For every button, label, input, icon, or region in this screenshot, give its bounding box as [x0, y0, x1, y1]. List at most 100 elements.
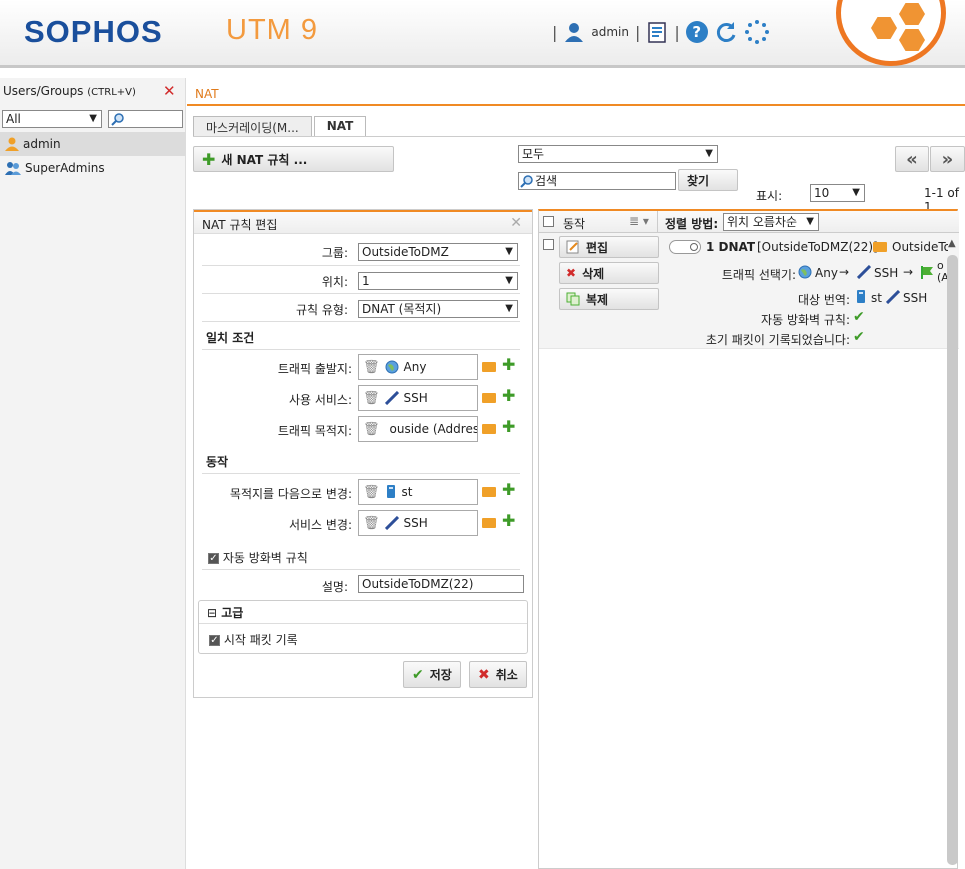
globe-icon: [385, 360, 399, 374]
product-name: UTM 9: [226, 14, 318, 46]
sort-select[interactable]: 위치 오름차순 ▼: [723, 213, 819, 231]
spinner-icon[interactable]: [744, 19, 770, 45]
find-button[interactable]: 찾기: [678, 169, 738, 191]
group-select[interactable]: OutsideToDMZ ▼: [358, 243, 518, 261]
service-icon: [857, 265, 871, 279]
list-item-admin[interactable]: admin: [0, 132, 186, 156]
close-panel-icon[interactable]: ✕: [163, 82, 176, 100]
folder-icon: [873, 242, 887, 252]
list-item-superadmins[interactable]: SuperAdmins: [0, 156, 186, 180]
service-icon: [886, 290, 900, 304]
advanced-toggle[interactable]: ⊟ 고급: [207, 604, 243, 621]
panel-title: Users/Groups (CTRL+V): [3, 84, 136, 98]
table-row: 편집 ✖ 삭제 복제 1 DNAT [OutsideToDMZ(22)] Outs…: [539, 233, 959, 349]
globe-icon: [798, 265, 812, 279]
search-placeholder: 검색: [535, 174, 558, 188]
comment-input[interactable]: OutsideToDMZ(22): [358, 575, 524, 593]
folder-icon[interactable]: [482, 424, 496, 434]
rule-type-select[interactable]: DNAT (목적지) ▼: [358, 300, 518, 318]
service-icon: [384, 391, 399, 405]
service-field[interactable]: 🗑 SSH: [358, 385, 478, 411]
type-filter-select[interactable]: All ▼: [2, 110, 102, 128]
notes-icon[interactable]: [646, 20, 668, 44]
host-icon: [857, 290, 865, 303]
auto-firewall-checkbox[interactable]: ✓ 자동 방화벽 규칙: [208, 549, 308, 566]
delete-rule-button[interactable]: ✖ 삭제: [559, 262, 659, 284]
next-page-button[interactable]: »: [930, 146, 965, 172]
change-service-field[interactable]: 🗑 SSH: [358, 510, 478, 536]
rule-title: 1 DNAT: [706, 240, 756, 254]
prev-page-button[interactable]: «: [895, 146, 929, 172]
position-select[interactable]: 1 ▼: [358, 272, 518, 290]
save-button[interactable]: ✔ 저장: [403, 661, 461, 688]
trash-icon[interactable]: 🗑: [363, 485, 380, 500]
service-icon: [384, 516, 399, 530]
add-icon[interactable]: ✚: [502, 417, 515, 436]
delete-icon: ✖: [566, 266, 577, 280]
panel-search-input[interactable]: [108, 110, 183, 128]
page-size-select[interactable]: 10 ▼: [810, 184, 865, 202]
arrow-icon: →: [903, 265, 914, 279]
edit-rule-button[interactable]: 편집: [559, 236, 659, 258]
list-scrollbar[interactable]: [947, 255, 958, 865]
trash-icon[interactable]: 🗑: [363, 516, 380, 531]
folder-icon[interactable]: [482, 487, 496, 497]
sophos-logo: SOPHOS: [24, 14, 163, 49]
sophos-emblem-icon: [836, 0, 946, 66]
flag-icon: [921, 266, 933, 279]
cancel-button[interactable]: ✖ 취소: [469, 661, 527, 688]
tab-masquerading[interactable]: 마스커레이딩(M...: [193, 116, 312, 137]
arrow-icon: →: [839, 265, 850, 279]
check-icon: ✔: [853, 329, 865, 345]
select-all-checkbox[interactable]: [543, 216, 554, 227]
tab-nat[interactable]: NAT: [313, 116, 367, 137]
selector-source: Any: [815, 266, 838, 280]
breadcrumb: NAT: [187, 80, 965, 106]
nat-rule-edit-panel: NAT 규칙 편집 ✕ 그룹: OutsideToDMZ ▼ 위치: 1 ▼ 규칙 …: [193, 209, 533, 698]
close-icon[interactable]: ✕: [510, 215, 522, 231]
close-icon: ✖: [478, 666, 490, 683]
add-icon[interactable]: ✚: [502, 511, 515, 530]
folder-icon[interactable]: [482, 518, 496, 528]
rule-filter-select[interactable]: 모두 ▼: [518, 145, 718, 163]
group-icon: [5, 162, 21, 175]
rule-group-name: OutsideTo: [892, 240, 948, 254]
advanced-section: ⊟ 고급 ✓ 시작 패킷 기록: [198, 600, 528, 654]
action-heading: 동작: [206, 455, 229, 469]
users-groups-panel: Users/Groups (CTRL+V) ✕ All ▼ admin Super…: [0, 78, 186, 869]
user-icon[interactable]: [563, 21, 585, 43]
trash-icon[interactable]: 🗑: [363, 422, 380, 437]
host-icon: [386, 485, 395, 498]
new-nat-rule-button[interactable]: ✚ 새 NAT 규칙 ...: [193, 146, 394, 172]
add-icon[interactable]: ✚: [502, 480, 515, 499]
help-icon[interactable]: ?: [685, 21, 708, 43]
scroll-up-icon[interactable]: ▲: [948, 238, 956, 249]
selector-service: SSH: [874, 266, 899, 280]
row-checkbox[interactable]: [543, 239, 554, 250]
log-initial-packets-checkbox[interactable]: ✓ 시작 패킷 기록: [209, 631, 298, 648]
current-user[interactable]: admin: [591, 25, 629, 39]
traffic-destination-field[interactable]: 🗑 ouside (Address): [358, 416, 478, 442]
edit-panel-title: NAT 규칙 편집 ✕: [194, 210, 532, 234]
traffic-source-field[interactable]: 🗑 Any: [358, 354, 478, 380]
reload-icon[interactable]: [714, 20, 738, 44]
column-menu-icon[interactable]: ≣ ▾: [629, 214, 649, 228]
folder-icon[interactable]: [482, 393, 496, 403]
add-icon[interactable]: ✚: [502, 386, 515, 405]
trash-icon[interactable]: 🗑: [363, 391, 380, 406]
clone-rule-button[interactable]: 복제: [559, 288, 659, 310]
check-icon: ✔: [853, 309, 865, 325]
user-icon: [5, 137, 19, 151]
change-destination-field[interactable]: 🗑 st: [358, 479, 478, 505]
folder-icon[interactable]: [482, 362, 496, 372]
matching-condition-heading: 일치 조건: [206, 331, 255, 345]
plus-icon: ✚: [202, 149, 216, 169]
trash-icon[interactable]: 🗑: [363, 360, 380, 375]
search-icon: [111, 113, 124, 126]
rule-search-input[interactable]: 검색: [518, 172, 676, 190]
app-header: SOPHOS UTM 9 | admin | | ?: [0, 0, 965, 68]
rule-status-toggle[interactable]: [669, 240, 701, 254]
target-destination: st: [871, 291, 882, 305]
list-header: 동작 ≣ ▾ 정렬 방법: 위치 오름차순 ▼: [539, 211, 959, 233]
add-icon[interactable]: ✚: [502, 355, 515, 374]
